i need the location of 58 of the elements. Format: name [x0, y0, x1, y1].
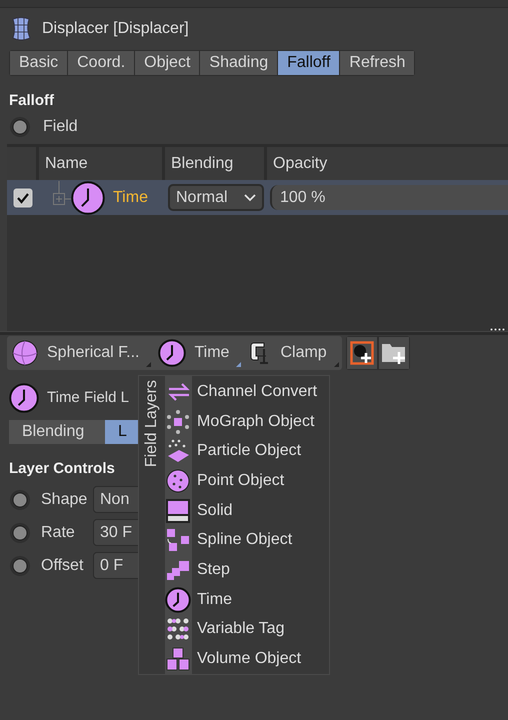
- tab[interactable]: Falloff: [278, 51, 340, 75]
- radio-button[interactable]: [9, 522, 31, 544]
- section-title: Falloff: [9, 92, 54, 109]
- corner-arrow-icon: [236, 362, 242, 367]
- table-row[interactable]: Time Normal 100 %: [7, 180, 508, 215]
- menu-item[interactable]: Variable Tag: [165, 614, 318, 644]
- tab[interactable]: Coord.: [68, 51, 134, 75]
- radio-label: Field: [43, 117, 78, 137]
- clock-icon: [71, 180, 105, 214]
- section-title: Layer Controls: [9, 460, 115, 477]
- column-header: Opacity: [273, 154, 328, 174]
- menu-item[interactable]: Volume Object: [165, 644, 318, 674]
- panel-title: Displacer [Displacer]: [42, 19, 189, 39]
- column-header: Name: [45, 154, 88, 174]
- dotted-sphere-icon: [165, 468, 191, 494]
- tab[interactable]: Object: [135, 51, 200, 75]
- cubes-icon: [165, 646, 191, 672]
- corner-arrow-icon: [334, 362, 339, 367]
- tab[interactable]: Shading: [200, 51, 278, 75]
- field-label: Rate: [41, 522, 76, 542]
- menu-item[interactable]: Spline Object: [165, 526, 318, 556]
- checkbox[interactable]: [13, 188, 33, 208]
- menu-item[interactable]: Channel Convert: [165, 377, 318, 407]
- cube-dots-icon: [165, 408, 191, 435]
- solid-icon: [165, 498, 191, 524]
- clock-icon: [158, 339, 186, 367]
- menu-item[interactable]: Particle Object: [165, 436, 318, 466]
- blending-dropdown[interactable]: Normal: [168, 184, 264, 211]
- column-header: Blending: [171, 154, 234, 174]
- add-field-button[interactable]: [346, 337, 377, 369]
- add-object-icon: [350, 341, 374, 365]
- menu-title: Field Layers: [142, 380, 161, 468]
- sphere-icon: [11, 339, 39, 367]
- tab[interactable]: Basic: [10, 51, 68, 75]
- menu-item[interactable]: Time: [165, 584, 318, 615]
- folder-plus-icon: [380, 341, 407, 365]
- layer-name: Time: [113, 188, 149, 208]
- toolbar-button[interactable]: Time: [155, 337, 244, 369]
- cubes-icon: [165, 527, 191, 554]
- radio-button[interactable]: [9, 554, 31, 576]
- radio-button[interactable]: [9, 116, 31, 138]
- add-folder-button[interactable]: [378, 337, 409, 369]
- splitter-grip-icon[interactable]: [490, 328, 506, 331]
- corner-arrow-icon: [146, 362, 152, 367]
- menu-item[interactable]: Point Object: [165, 466, 318, 496]
- field-label: Shape: [41, 490, 88, 510]
- radio-button[interactable]: [9, 488, 31, 510]
- clock-icon: [9, 383, 39, 413]
- field-label: Offset: [41, 556, 84, 576]
- menu-item[interactable]: Solid: [165, 496, 318, 526]
- opacity-field[interactable]: 100 %: [270, 185, 508, 210]
- menu-item[interactable]: MoGraph Object: [165, 406, 318, 436]
- chevron-down-icon: [244, 194, 256, 202]
- tab[interactable]: Blending: [9, 420, 105, 444]
- tab[interactable]: Refresh: [340, 51, 414, 75]
- layer-title: Time Field L: [47, 388, 129, 408]
- dot-grid-icon: [165, 616, 191, 642]
- menu-item[interactable]: Step: [165, 555, 318, 585]
